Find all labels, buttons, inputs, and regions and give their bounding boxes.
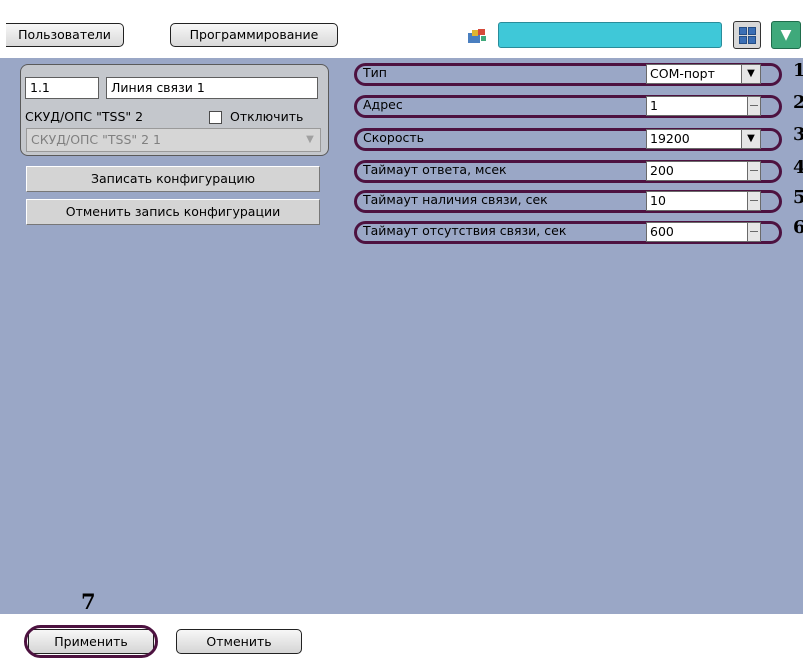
parent-device-combo-value: СКУД/ОПС "TSS" 2 1	[31, 132, 161, 147]
chevron-down-icon: ▼	[780, 27, 792, 43]
menu-dropdown-button[interactable]: ▼	[771, 21, 801, 49]
callout-number: 4	[793, 157, 803, 178]
object-group-box: 1.1 Линия связи 1 СКУД/ОПС "TSS" 2 Отклю…	[20, 64, 329, 156]
property-value: 1	[650, 98, 658, 113]
settings-panel: 1.1 Линия связи 1 СКУД/ОПС "TSS" 2 Отклю…	[0, 58, 803, 614]
property-row-link-absent-timeout: Таймаут отсутствия связи, сек 600	[354, 221, 782, 244]
callout-number: 1	[793, 60, 803, 81]
property-value: 600	[650, 224, 674, 239]
callout-oval	[24, 625, 158, 658]
property-value: COM-порт	[650, 66, 715, 81]
spin-button[interactable]	[747, 191, 761, 211]
parent-device-label: СКУД/ОПС "TSS" 2	[25, 109, 144, 124]
cancel-write-config-button[interactable]: Отменить запись конфигурации	[26, 199, 320, 225]
property-value-spin[interactable]: 600	[646, 222, 761, 242]
property-value: 200	[650, 163, 674, 178]
disable-checkbox-label: Отключить	[230, 109, 304, 124]
property-row-type: Тип COM-порт ▼	[354, 63, 782, 86]
property-row-address: Адрес 1	[354, 95, 782, 118]
programming-tab-button[interactable]: Программирование	[170, 23, 338, 47]
app-logo-icon	[468, 29, 486, 43]
property-name: Таймаут отсутствия связи, сек	[363, 223, 567, 238]
property-row-speed: Скорость 19200 ▼	[354, 128, 782, 151]
chevron-down-icon: ▼	[306, 134, 314, 145]
spin-button[interactable]	[747, 161, 761, 181]
callout-number: 5	[793, 187, 803, 208]
property-row-link-present-timeout: Таймаут наличия связи, сек 10	[354, 190, 782, 213]
property-name: Скорость	[363, 130, 425, 145]
cancel-button[interactable]: Отменить	[176, 629, 302, 654]
property-row-response-timeout: Таймаут ответа, мсек 200	[354, 160, 782, 183]
object-id-field[interactable]: 1.1	[25, 77, 99, 99]
top-toolbar: Пользователи Программирование ▼	[0, 0, 803, 58]
property-value-spin[interactable]: 10	[646, 191, 761, 211]
callout-number: 7	[81, 589, 96, 614]
chevron-down-icon[interactable]: ▼	[741, 64, 761, 84]
grid-icon	[739, 27, 747, 35]
bottom-toolbar: Применить Отменить	[0, 614, 803, 660]
callout-number: 6	[793, 217, 803, 238]
property-value-dropdown[interactable]: COM-порт ▼	[646, 64, 761, 84]
property-value-dropdown[interactable]: 19200 ▼	[646, 129, 761, 149]
object-name-field[interactable]: Линия связи 1	[106, 77, 318, 99]
spin-button[interactable]	[747, 96, 761, 116]
object-selector-field[interactable]	[498, 22, 722, 48]
property-value-spin[interactable]: 200	[646, 161, 761, 181]
users-tab-button[interactable]: Пользователи	[6, 23, 124, 47]
property-name: Тип	[363, 65, 387, 80]
disable-checkbox[interactable]	[209, 111, 222, 124]
callout-number: 3	[793, 124, 803, 145]
spin-button[interactable]	[747, 222, 761, 242]
property-value: 19200	[650, 131, 690, 146]
parent-device-combo: СКУД/ОПС "TSS" 2 1 ▼	[26, 128, 321, 152]
property-name: Таймаут ответа, мсек	[363, 162, 507, 177]
property-name: Адрес	[363, 97, 403, 112]
property-value-spin[interactable]: 1	[646, 96, 761, 116]
write-config-button[interactable]: Записать конфигурацию	[26, 166, 320, 192]
layout-grid-button[interactable]	[733, 21, 761, 49]
property-name: Таймаут наличия связи, сек	[363, 192, 548, 207]
callout-number: 2	[793, 92, 803, 113]
property-value: 10	[650, 193, 666, 208]
chevron-down-icon[interactable]: ▼	[741, 129, 761, 149]
